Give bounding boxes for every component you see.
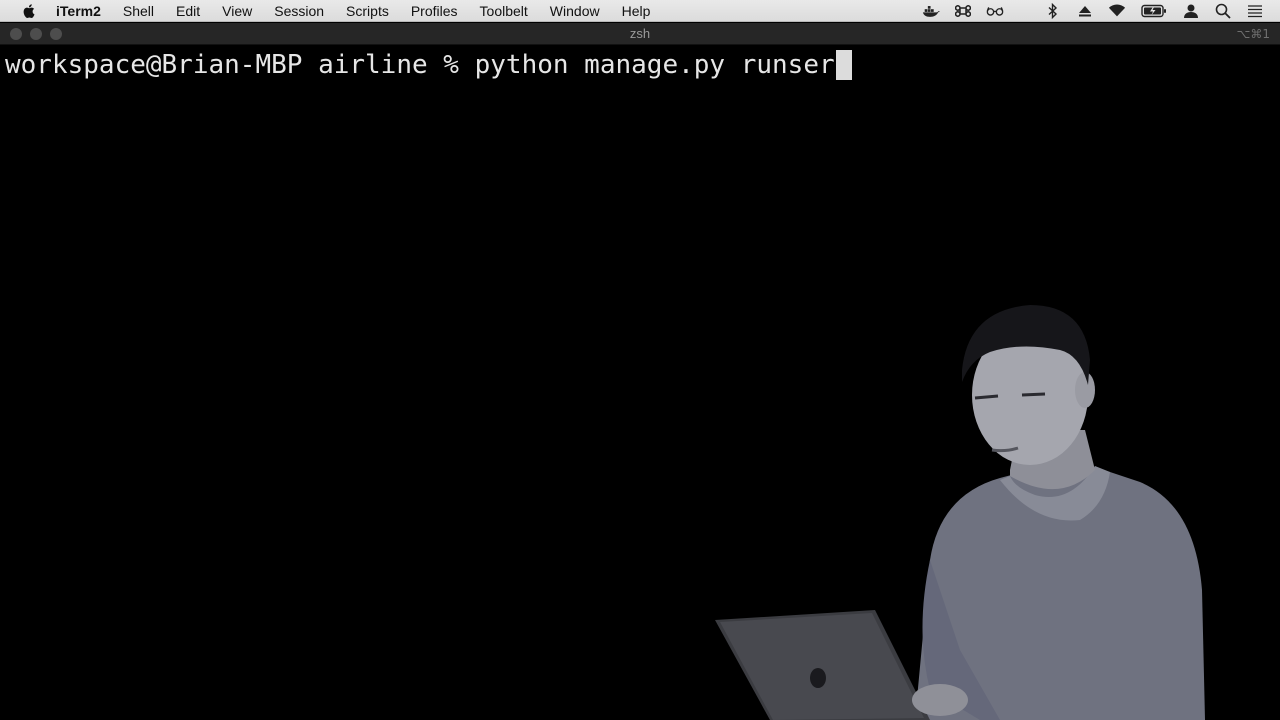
eject-icon[interactable] xyxy=(1076,3,1094,19)
menu-profiles[interactable]: Profiles xyxy=(411,0,458,22)
docker-icon[interactable] xyxy=(922,3,940,19)
window-title-bar[interactable]: zsh ⌥⌘1 xyxy=(0,23,1280,45)
menu-bar: iTerm2 Shell Edit View Session Scripts P… xyxy=(0,0,1280,22)
battery-icon[interactable] xyxy=(1140,3,1168,19)
menu-view[interactable]: View xyxy=(222,0,252,22)
menu-help[interactable]: Help xyxy=(622,0,651,22)
command-line: workspace@Brian-MBP airline % python man… xyxy=(5,48,852,82)
wifi-icon[interactable] xyxy=(1108,3,1126,19)
shell-prompt: workspace@Brian-MBP airline % xyxy=(5,50,475,80)
menu-toolbelt[interactable]: Toolbelt xyxy=(480,0,528,22)
command-icon[interactable] xyxy=(954,3,972,19)
menu-scripts[interactable]: Scripts xyxy=(346,0,389,22)
list-icon[interactable] xyxy=(1246,3,1264,19)
bluetooth-icon[interactable] xyxy=(1044,2,1062,19)
menu-edit[interactable]: Edit xyxy=(176,0,200,22)
presenter-video-overlay xyxy=(715,305,1205,720)
window-shortcut: ⌥⌘1 xyxy=(1236,27,1270,41)
user-icon[interactable] xyxy=(1182,3,1200,19)
menu-session[interactable]: Session xyxy=(274,0,324,22)
window-title: zsh xyxy=(629,26,651,41)
apple-icon[interactable] xyxy=(22,3,38,19)
glasses-icon[interactable] xyxy=(986,3,1004,19)
menu-shell[interactable]: Shell xyxy=(123,0,154,22)
text-cursor xyxy=(835,50,852,80)
menu-app-name[interactable]: iTerm2 xyxy=(56,0,101,22)
search-icon[interactable] xyxy=(1214,3,1232,19)
typed-command: python manage.py runser xyxy=(474,50,835,80)
menu-window[interactable]: Window xyxy=(550,0,600,22)
terminal-pane[interactable]: workspace@Brian-MBP airline % python man… xyxy=(0,45,1280,720)
